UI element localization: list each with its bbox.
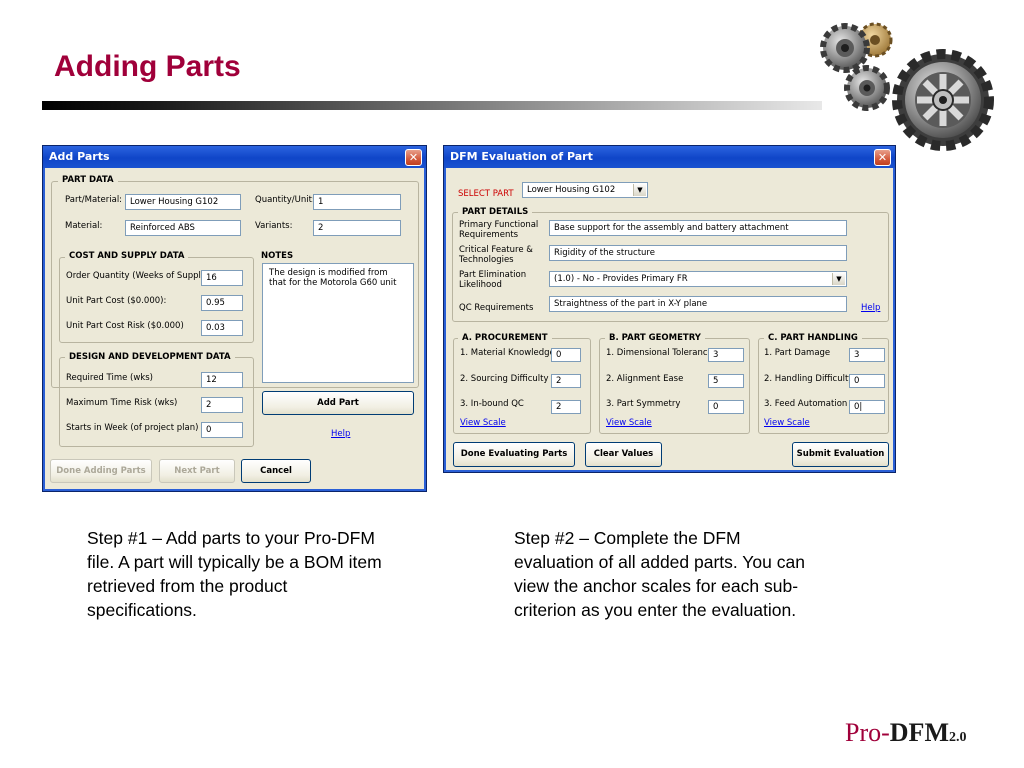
variants-field[interactable]: 2 <box>313 220 401 236</box>
add-parts-dialog: Add Parts ✕ PART DATA Part/Material: Low… <box>42 145 427 492</box>
select-part-value: Lower Housing G102 <box>527 185 616 195</box>
select-part-label: SELECT PART <box>458 189 514 199</box>
handling-item-label: 1. Part Damage <box>764 348 831 358</box>
logo-dfm-text: DFM <box>889 718 949 747</box>
max-risk-field[interactable]: 2 <box>201 397 243 413</box>
unit-cost-label: Unit Part Cost ($0.000): <box>66 296 167 306</box>
critical-feature-label: Critical Feature & Technologies <box>459 245 533 265</box>
chevron-down-icon[interactable]: ▼ <box>633 184 646 196</box>
dfm-evaluation-close-button[interactable]: ✕ <box>874 149 891 166</box>
dfm-evaluation-titlebar[interactable]: DFM Evaluation of Part ✕ <box>444 146 895 168</box>
done-evaluating-parts-button[interactable]: Done Evaluating Parts <box>453 442 575 467</box>
material-label: Material: <box>65 221 103 231</box>
procurement-item-label: 1. Material Knowledge <box>460 348 555 358</box>
order-qty-label: Order Quantity (Weeks of Supply) <box>66 271 210 281</box>
handling-item-field[interactable]: 0 <box>849 374 885 388</box>
required-time-field[interactable]: 12 <box>201 372 243 388</box>
primary-requirements-label: Primary Functional Requirements <box>459 220 539 240</box>
procurement-item-label: 2. Sourcing Difficulty <box>460 374 549 384</box>
handling-label: C. PART HANDLING <box>764 333 862 343</box>
cost-risk-field[interactable]: 0.03 <box>201 320 243 336</box>
cancel-button[interactable]: Cancel <box>241 459 311 483</box>
qc-requirements-label: QC Requirements <box>459 303 534 313</box>
handling-item-field[interactable]: 3 <box>849 348 885 362</box>
procurement-label: A. PROCUREMENT <box>458 333 552 343</box>
handling-item-label: 3. Feed Automation <box>764 399 848 409</box>
submit-evaluation-button[interactable]: Submit Evaluation <box>792 442 889 467</box>
part-material-field[interactable]: Lower Housing G102 <box>125 194 241 210</box>
handling-item-field[interactable]: 0| <box>849 400 885 414</box>
procurement-item-field[interactable]: 0 <box>551 348 581 362</box>
elimination-likelihood-label: Part Elimination Likelihood <box>459 270 527 290</box>
add-parts-help-link[interactable]: Help <box>331 429 350 439</box>
geometry-label: B. PART GEOMETRY <box>605 333 705 343</box>
dfm-evaluation-title: DFM Evaluation of Part <box>450 150 593 163</box>
logo-pro-text: Pro- <box>845 718 890 747</box>
notes-label: NOTES <box>261 251 294 261</box>
max-risk-label: Maximum Time Risk (wks) <box>66 398 178 408</box>
done-adding-parts-button[interactable]: Done Adding Parts <box>50 459 152 483</box>
variants-label: Variants: <box>255 221 293 231</box>
procurement-item-field[interactable]: 2 <box>551 374 581 388</box>
pro-dfm-logo: Pro-DFM2.0 <box>845 718 966 748</box>
material-field[interactable]: Reinforced ABS <box>125 220 241 236</box>
unit-cost-field[interactable]: 0.95 <box>201 295 243 311</box>
procurement-view-scale-link[interactable]: View Scale <box>460 418 506 428</box>
geometry-view-scale-link[interactable]: View Scale <box>606 418 652 428</box>
quantity-label: Quantity/Unit: <box>255 195 315 205</box>
dfm-evaluation-dialog: DFM Evaluation of Part ✕ SELECT PART Low… <box>443 145 896 473</box>
select-part-dropdown[interactable]: Lower Housing G102 ▼ <box>522 182 648 198</box>
chevron-down-icon[interactable]: ▼ <box>832 273 845 285</box>
slide-title: Adding Parts <box>54 50 241 83</box>
geometry-item-label: 2. Alignment Ease <box>606 374 684 384</box>
design-dev-label: DESIGN AND DEVELOPMENT DATA <box>65 352 235 362</box>
step-2-caption: Step #2 – Complete the DFM evaluation of… <box>514 528 805 620</box>
elimination-likelihood-dropdown[interactable]: (1.0) - No - Provides Primary FR ▼ <box>549 271 847 287</box>
notes-textarea[interactable]: The design is modified from that for the… <box>262 263 414 383</box>
primary-requirements-field[interactable]: Base support for the assembly and batter… <box>549 220 847 236</box>
part-material-label: Part/Material: <box>65 195 123 205</box>
elimination-likelihood-value: (1.0) - No - Provides Primary FR <box>554 274 688 284</box>
geometry-item-field[interactable]: 3 <box>708 348 744 362</box>
title-divider <box>42 101 822 110</box>
required-time-label: Required Time (wks) <box>66 373 153 383</box>
cost-risk-label: Unit Part Cost Risk ($0.000) <box>66 321 184 331</box>
procurement-item-field[interactable]: 2 <box>551 400 581 414</box>
geometry-item-field[interactable]: 0 <box>708 400 744 414</box>
geometry-item-label: 3. Part Symmetry <box>606 399 681 409</box>
clear-values-button[interactable]: Clear Values <box>585 442 662 467</box>
handling-item-label: 2. Handling Difficulty <box>764 374 854 384</box>
part-details-label: PART DETAILS <box>458 207 533 217</box>
step-1-caption: Step #1 – Add parts to your Pro-DFM file… <box>87 528 382 620</box>
cost-supply-label: COST AND SUPPLY DATA <box>65 251 189 261</box>
part-data-label: PART DATA <box>58 175 118 185</box>
add-parts-titlebar[interactable]: Add Parts ✕ <box>43 146 426 168</box>
geometry-item-label: 1. Dimensional Tolerance <box>606 348 713 358</box>
order-qty-field[interactable]: 16 <box>201 270 243 286</box>
quantity-field[interactable]: 1 <box>313 194 401 210</box>
add-parts-close-button[interactable]: ✕ <box>405 149 422 166</box>
part-details-help-link[interactable]: Help <box>861 303 880 313</box>
geometry-item-field[interactable]: 5 <box>708 374 744 388</box>
starts-week-field[interactable]: 0 <box>201 422 243 438</box>
critical-feature-field[interactable]: Rigidity of the structure <box>549 245 847 261</box>
procurement-item-label: 3. In-bound QC <box>460 399 524 409</box>
add-parts-title: Add Parts <box>49 150 110 163</box>
logo-version-text: 2.0 <box>948 730 967 745</box>
gears-icon <box>820 22 994 151</box>
next-part-button[interactable]: Next Part <box>159 459 235 483</box>
starts-week-label: Starts in Week (of project plan) <box>66 423 199 433</box>
qc-requirements-field[interactable]: Straightness of the part in X-Y plane <box>549 296 847 312</box>
handling-view-scale-link[interactable]: View Scale <box>764 418 810 428</box>
add-part-button[interactable]: Add Part <box>262 391 414 415</box>
